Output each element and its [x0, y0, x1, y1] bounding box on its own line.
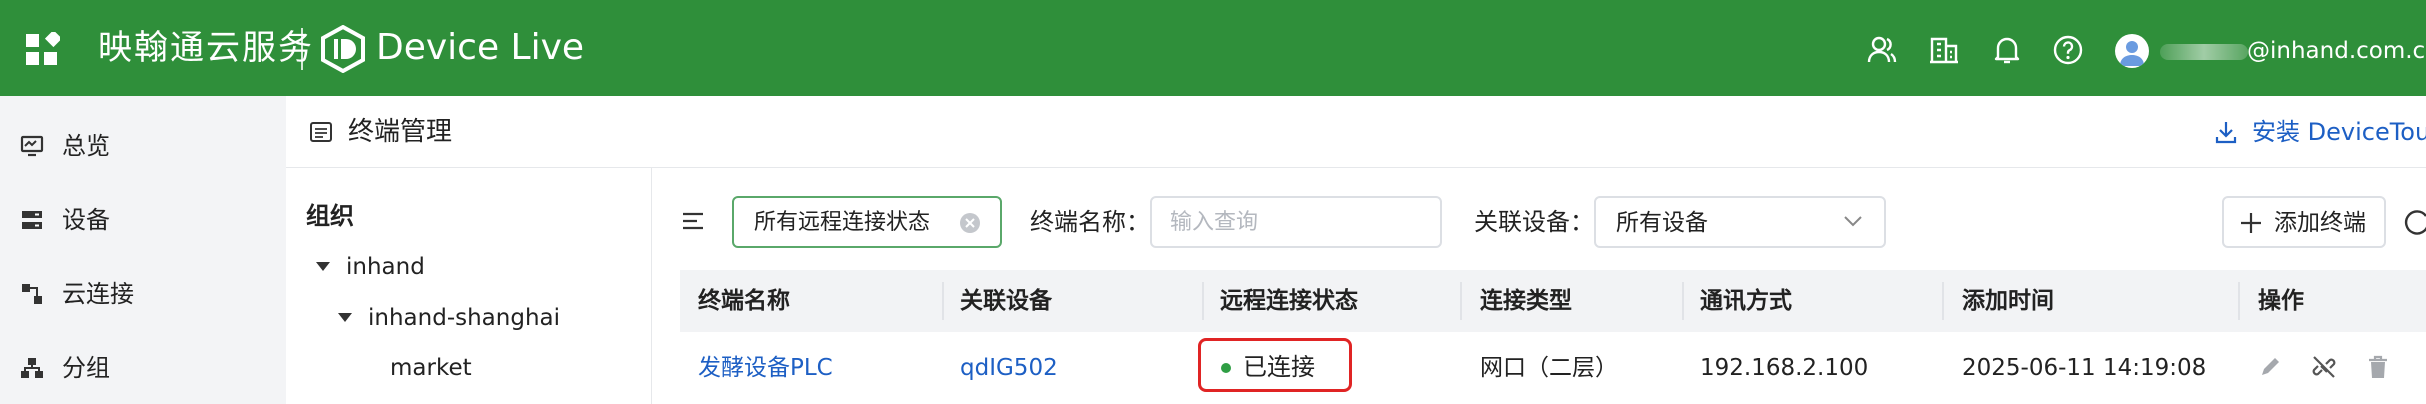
column-header-device: 关联设备 [960, 288, 1052, 314]
nav-label: 分组 [62, 354, 110, 382]
comm-cell: 192.168.2.100 [1700, 355, 1869, 381]
added-time-cell: 2025-06-11 14:19:08 [1962, 355, 2207, 381]
column-separator[interactable] [1942, 282, 1944, 320]
terminal-name-link[interactable]: 发酵设备PLC [698, 352, 833, 384]
filter-menu-icon[interactable] [682, 212, 704, 230]
column-header-actions: 操作 [2258, 288, 2304, 314]
user-name-redacted [2160, 44, 2248, 60]
select-value: 所有设备 [1616, 210, 1708, 236]
caret-down-icon[interactable] [338, 313, 352, 322]
brand-name[interactable]: 映翰通云服务 [98, 26, 314, 70]
column-header-added-time: 添加时间 [1962, 288, 2054, 314]
table-header: 终端名称 关联设备 远程连接状态 连接类型 通讯方式 添加时间 操作 [680, 270, 2426, 332]
nav-item-cloud-connect[interactable]: 云连接 [0, 264, 286, 324]
edit-icon[interactable] [2258, 354, 2282, 380]
product-name[interactable]: Device Live [376, 26, 584, 70]
notification-bell-icon[interactable] [1991, 34, 2023, 66]
remote-status-filter-chip[interactable]: 所有远程连接状态 [732, 196, 1002, 248]
help-icon[interactable] [2052, 34, 2084, 66]
status-dot [1221, 363, 1231, 373]
chevron-down-icon [1844, 216, 1862, 227]
avatar-person-icon [2120, 41, 2144, 66]
left-navigation: 总览 设备 云连接 分组 [0, 96, 286, 404]
device-live-logo-icon [321, 25, 365, 73]
page-title: 终端管理 [348, 117, 453, 147]
conn-type-cell: 网口（二层） [1480, 355, 1618, 381]
plus-icon [2241, 213, 2261, 233]
monitor-icon [20, 135, 44, 157]
tree-node-label: market [390, 355, 472, 381]
column-separator[interactable] [942, 282, 944, 320]
refresh-icon[interactable] [2404, 208, 2426, 236]
column-header-conn-type: 连接类型 [1480, 288, 1572, 314]
connection-icon [22, 284, 42, 304]
users-icon[interactable] [1866, 34, 1898, 66]
nav-item-overview[interactable]: 总览 [0, 116, 286, 176]
nav-label: 云连接 [62, 280, 134, 308]
nav-item-groups[interactable]: 分组 [0, 338, 286, 398]
status-badge: 已连接 [1243, 353, 1315, 381]
group-icon [21, 358, 43, 378]
server-icon [22, 211, 42, 229]
tree-node-label: inhand [346, 254, 425, 280]
download-icon [2215, 122, 2237, 144]
tree-node-label: inhand-shanghai [368, 305, 561, 331]
nav-item-devices[interactable]: 设备 [0, 190, 286, 250]
column-separator[interactable] [2238, 282, 2240, 320]
nav-label: 设备 [62, 206, 110, 234]
page-title-bar: 终端管理 安装 DeviceTouc [286, 96, 2426, 168]
terminal-name-field[interactable] [1150, 196, 1442, 248]
install-label: 安装 DeviceTouc [2252, 118, 2426, 146]
linked-device-link[interactable]: qdIG502 [960, 352, 1058, 384]
table-row: 发酵设备PLC qdIG502 已连接 网口（二层） 192.168.2.100… [680, 332, 2426, 404]
terminal-name-label: 终端名称： [1030, 208, 1150, 236]
remote-status-highlight: 已连接 [1198, 338, 1352, 392]
add-terminal-button[interactable]: 添加终端 [2222, 196, 2386, 248]
column-header-name: 终端名称 [698, 288, 790, 314]
org-panel-title: 组织 [306, 202, 354, 230]
apps-grid-icon[interactable] [24, 32, 60, 68]
caret-down-icon[interactable] [316, 262, 330, 271]
brand-divider [301, 28, 303, 70]
delete-icon[interactable] [2366, 354, 2390, 380]
chip-label: 所有远程连接状态 [754, 210, 931, 235]
add-terminal-label: 添加终端 [2274, 210, 2366, 236]
column-separator[interactable] [1460, 282, 1462, 320]
column-separator[interactable] [1202, 282, 1204, 320]
nav-label: 总览 [62, 132, 110, 160]
top-header: 映翰通云服务 Device Live @inhand.com.cn [0, 0, 2426, 96]
terminal-name-input[interactable] [1170, 206, 1410, 238]
user-email[interactable]: @inhand.com.cn [2247, 36, 2426, 66]
linked-device-label: 关联设备： [1474, 208, 1594, 236]
organization-panel: 组织 inhand inhand-shanghai market [286, 168, 652, 404]
organization-building-icon[interactable] [1928, 34, 1960, 66]
column-header-comm: 通讯方式 [1700, 288, 1792, 314]
linked-device-select[interactable]: 所有设备 [1594, 196, 1886, 248]
user-avatar[interactable] [2115, 34, 2149, 68]
clear-filter-icon[interactable] [960, 213, 980, 233]
column-header-remote-status: 远程连接状态 [1220, 288, 1358, 314]
disconnect-link-icon[interactable] [2312, 354, 2336, 380]
terminal-manage-icon [310, 122, 332, 142]
column-separator[interactable] [1682, 282, 1684, 320]
